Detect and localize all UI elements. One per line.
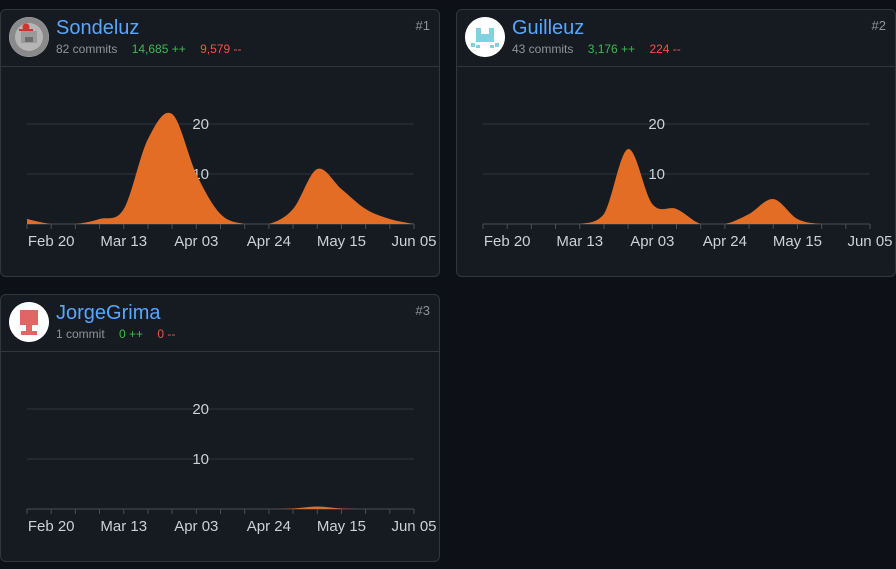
identicon-red-icon	[9, 302, 49, 342]
x-tick-label: Apr 03	[174, 233, 218, 250]
area-chart: 10 20 Feb 20 Mar 13 Apr 03 Apr 24 May 15 Jun 05	[26, 401, 437, 535]
area-chart: 10 20 Feb 20 Mar 13 Apr 03 Apr 24 May 15 Jun 05	[482, 116, 893, 250]
avatar[interactable]	[9, 302, 49, 342]
contribution-stats: 43 commits 3,176 ++ 224 --	[512, 42, 681, 56]
x-tick-label: Apr 03	[630, 233, 674, 250]
x-tick-label: May 15	[317, 518, 366, 535]
username-link[interactable]: Sondeluz	[56, 17, 139, 40]
x-tick-label: Feb 20	[484, 233, 531, 250]
x-tick-label: May 15	[317, 233, 366, 250]
x-tick-label: Mar 13	[100, 518, 147, 535]
commit-count[interactable]: 43 commits	[512, 42, 573, 56]
x-tick-label: Apr 24	[247, 518, 291, 535]
y-tick-label: 10	[648, 166, 665, 183]
x-tick-label: Feb 20	[28, 233, 75, 250]
avatar[interactable]	[465, 17, 505, 57]
contributor-card: Guilleuz 43 commits 3,176 ++ 224 -- #2 1…	[456, 9, 896, 277]
card-header: Sondeluz 82 commits 14,685 ++ 9,579 -- #…	[1, 10, 439, 67]
x-tick-label: Jun 05	[391, 518, 436, 535]
x-tick-label: Apr 03	[174, 518, 218, 535]
deletions-count: 224 --	[649, 42, 681, 56]
avatar[interactable]	[9, 17, 49, 57]
rank-label: #2	[871, 18, 886, 33]
x-tick-label: May 15	[773, 233, 822, 250]
contribution-chart: 10 20 Feb 20 Mar 13 Apr 03 Apr 24 May 15 Jun 05	[1, 68, 439, 268]
area-chart: 1020Feb 20 Mar 13 Apr 03 Apr 24 May 15 Jun 05	[26, 112, 437, 250]
contribution-stats: 82 commits 14,685 ++ 9,579 --	[56, 42, 241, 56]
commit-count[interactable]: 82 commits	[56, 42, 117, 56]
card-header: Guilleuz 43 commits 3,176 ++ 224 -- #2	[457, 10, 895, 67]
rank-label: #3	[415, 303, 430, 318]
x-tick-label: Mar 13	[556, 233, 603, 250]
deletions-count: 9,579 --	[200, 42, 242, 56]
card-header: JorgeGrima 1 commit 0 ++ 0 -- #3	[1, 295, 439, 352]
x-tick-label: Mar 13	[100, 233, 147, 250]
contribution-area	[27, 112, 414, 224]
x-tick-label: Jun 05	[847, 233, 892, 250]
username-link[interactable]: JorgeGrima	[56, 302, 160, 325]
x-tick-label: Feb 20	[28, 518, 75, 535]
username-link[interactable]: Guilleuz	[512, 17, 584, 40]
contributor-card: Sondeluz 82 commits 14,685 ++ 9,579 -- #…	[0, 9, 440, 277]
commit-count[interactable]: 1 commit	[56, 327, 105, 341]
contribution-chart: 10 20 Feb 20 Mar 13 Apr 03 Apr 24 May 15 Jun 05	[457, 68, 895, 268]
y-tick-label: 20	[192, 116, 209, 133]
x-tick-label: Apr 24	[703, 233, 747, 250]
y-tick-label: 20	[648, 116, 665, 133]
additions-count: 14,685 ++	[131, 42, 186, 56]
deletions-count: 0 --	[157, 327, 176, 341]
additions-count: 3,176 ++	[587, 42, 636, 56]
identicon-light-blue-icon	[465, 17, 505, 57]
y-tick-label: 10	[192, 451, 209, 468]
contribution-area	[483, 148, 870, 224]
contributor-card: JorgeGrima 1 commit 0 ++ 0 -- #3 10 20 Feb…	[0, 294, 440, 562]
additions-count: 0 ++	[119, 327, 144, 341]
rank-label: #1	[415, 18, 430, 33]
identicon-gray-red-icon	[9, 17, 49, 57]
x-tick-label: Apr 24	[247, 233, 291, 250]
x-tick-label: Jun 05	[391, 233, 436, 250]
contribution-chart: 10 20 Feb 20 Mar 13 Apr 03 Apr 24 May 15 Jun 05	[1, 353, 439, 553]
contribution-stats: 1 commit 0 ++ 0 --	[56, 327, 175, 341]
y-tick-label: 20	[192, 401, 209, 418]
